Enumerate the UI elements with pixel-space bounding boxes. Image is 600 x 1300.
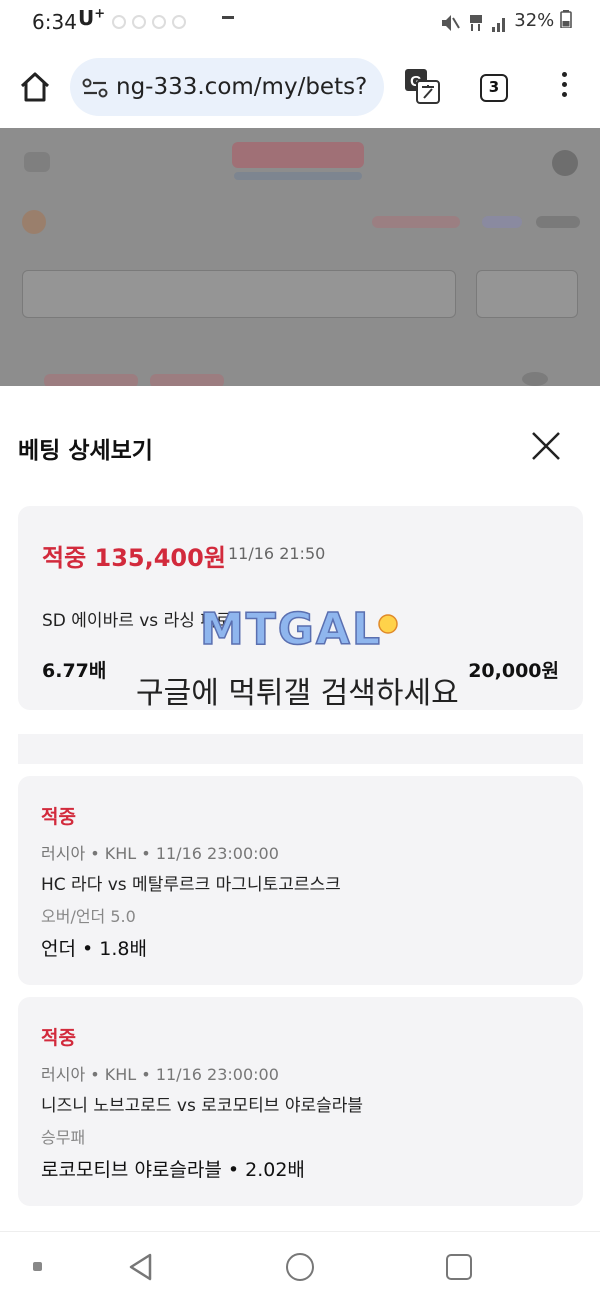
tab-switcher-button[interactable]: 3 [480, 74, 508, 102]
battery-percent: 32% [514, 10, 555, 31]
bet-teams: 니즈니 노브고로드 vs 로코모티브 야로슬라블 [41, 1096, 364, 1116]
status-bar: 6:34 U+ 32% [0, 0, 600, 46]
total-odds: 6.77배 [42, 660, 107, 682]
bet-league-time: 러시아 • KHL • 11/16 23:00:00 [41, 844, 279, 863]
watermark-logo: MTGAL [199, 603, 398, 656]
win-amount: 적중 135,400원 [42, 544, 226, 572]
bet-status: 적중 [41, 1027, 76, 1049]
bet-detail-sheet: 베팅 상세보기 적중 135,400원 11/16 21:50 SD 에이바르 … [0, 386, 600, 1231]
sheet-title: 베팅 상세보기 [18, 438, 153, 464]
bet-item-card: 적중 러시아 • KHL • 11/16 23:00:00 니즈니 노브고로드 … [18, 997, 583, 1206]
bet-pick: 언더 • 1.8배 [41, 938, 147, 960]
status-carrier: U+ [78, 6, 105, 30]
bet-market: 승무패 [41, 1128, 86, 1147]
close-icon[interactable] [530, 430, 562, 462]
bet-pick: 로코모티브 야로슬라블 • 2.02배 [41, 1159, 305, 1181]
more-vert-icon[interactable] [556, 72, 572, 102]
back-icon[interactable] [126, 1252, 156, 1282]
bet-market: 오버/언더 5.0 [41, 907, 136, 926]
battery-indicator: 32% [514, 10, 572, 31]
section-divider [18, 734, 583, 764]
carrier-name: U [78, 6, 95, 30]
browser-toolbar: ng-333.com/my/bets? G 3 [0, 46, 600, 128]
bet-status: 적중 [41, 806, 76, 828]
notification-more-icon [222, 16, 234, 19]
svg-text:MTGAL: MTGAL [200, 604, 382, 655]
dimmed-page-overlay[interactable] [0, 128, 600, 386]
signal-icons [442, 15, 505, 32]
url-text[interactable]: ng-333.com/my/bets? [116, 74, 378, 100]
stake-amount: 20,000원 [468, 660, 559, 682]
system-nav-bar [0, 1231, 600, 1300]
notification-icons [112, 14, 212, 29]
carrier-sup: + [94, 6, 106, 22]
bet-teams: HC 라다 vs 메탈루르크 마그니토고르스크 [41, 875, 341, 895]
home-icon[interactable] [18, 70, 52, 104]
bet-item-card: 적중 러시아 • KHL • 11/16 23:00:00 HC 라다 vs 메… [18, 776, 583, 985]
recent-apps-icon[interactable] [446, 1254, 472, 1280]
home-nav-icon[interactable] [286, 1253, 314, 1281]
translate-icon[interactable]: G [404, 68, 440, 104]
nav-indicator-icon [33, 1262, 42, 1271]
site-info-icon[interactable] [82, 76, 108, 100]
watermark-text: 구글에 먹튀갤 검색하세요 [136, 676, 459, 711]
address-bar[interactable]: ng-333.com/my/bets? [70, 58, 384, 116]
status-time: 6:34 [32, 10, 77, 34]
bet-league-time: 러시아 • KHL • 11/16 23:00:00 [41, 1065, 279, 1084]
battery-icon [560, 10, 572, 29]
bet-time: 11/16 21:50 [228, 544, 326, 563]
